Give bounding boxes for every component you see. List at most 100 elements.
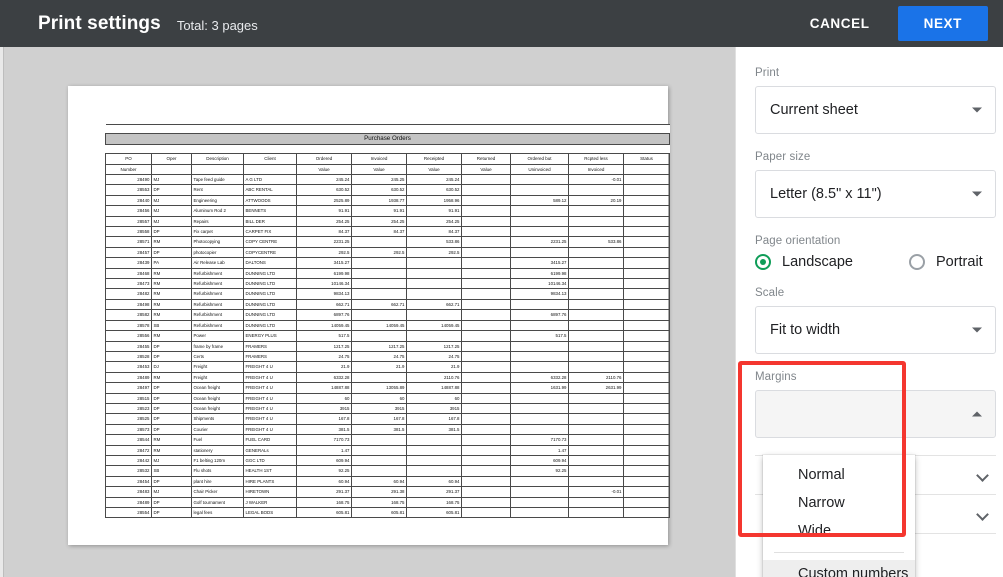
- table-cell: 1217.25: [407, 341, 462, 351]
- table-cell: 9834.13: [511, 289, 569, 299]
- table-row: 28489RMFreightFREIGHT 4 U6332.282110.766…: [106, 372, 670, 382]
- table-row: 28556RMPowerENERGY PLUS517.5517.5: [106, 331, 670, 341]
- cancel-button[interactable]: CANCEL: [796, 7, 884, 40]
- table-cell: DP: [152, 497, 192, 507]
- table-cell: [407, 268, 462, 278]
- table-cell: 91.91: [297, 206, 352, 216]
- table-cell: [569, 320, 624, 330]
- table-cell: 28472: [106, 445, 152, 455]
- table-cell: [462, 237, 511, 247]
- table-cell: 254.25: [352, 216, 407, 226]
- sheet-cell: [462, 144, 511, 153]
- margins-select[interactable]: [755, 390, 996, 438]
- table-cell: [462, 414, 511, 424]
- sheet-cell: [192, 125, 244, 134]
- table-cell: [462, 466, 511, 476]
- table-cell: 91.91: [352, 206, 407, 216]
- table-cell: Refurbishment: [192, 320, 244, 330]
- table-cell: [624, 445, 670, 455]
- table-cell: FRAMERS: [244, 351, 297, 361]
- table-cell: [462, 445, 511, 455]
- sheet-cell: [244, 144, 297, 153]
- table-cell: 28453: [106, 362, 152, 372]
- table-cell: 1938.77: [352, 195, 407, 205]
- table-cell: DUNNING LTD: [244, 289, 297, 299]
- table-cell: HIRETOWN: [244, 487, 297, 497]
- table-cell: 24.75: [352, 351, 407, 361]
- table-cell: 60.94: [352, 476, 407, 486]
- table-cell: Engineering: [192, 195, 244, 205]
- table-cell: 92.25: [297, 466, 352, 476]
- table-cell: Fuel: [192, 435, 244, 445]
- table-cell: 1.47: [297, 445, 352, 455]
- table-cell: 28532: [106, 466, 152, 476]
- table-cell: [462, 247, 511, 257]
- table-cell: Freight: [192, 372, 244, 382]
- table-row: 28578SBRefurbishmentDUNNING LTD14059.451…: [106, 320, 670, 330]
- table-cell: [511, 403, 569, 413]
- table-cell: [569, 476, 624, 486]
- table-cell: MJ: [152, 175, 192, 185]
- table-row: 28442MJF1 belting 120mGGC LTD609.94609.9…: [106, 455, 670, 465]
- table-cell: Ocean freight: [192, 383, 244, 393]
- table-cell: Shipments: [192, 414, 244, 424]
- margins-option-custom-numbers[interactable]: Custom numbers: [763, 560, 915, 577]
- radio-landscape[interactable]: Landscape: [755, 254, 853, 270]
- table-cell: DP: [152, 227, 192, 237]
- table-cell: Refurbishment: [192, 289, 244, 299]
- table-cell: [462, 299, 511, 309]
- table-cell: 3915: [297, 403, 352, 413]
- table-cell: [569, 299, 624, 309]
- table-cell: ATTWOODS: [244, 195, 297, 205]
- chevron-down-icon: [972, 108, 982, 113]
- table-row: 28489DPGolf tournamentJ WALKER168.75168.…: [106, 497, 670, 507]
- table-cell: 14059.45: [352, 320, 407, 330]
- margins-option-wide[interactable]: Wide: [763, 517, 915, 545]
- sheet-cell: [152, 125, 192, 134]
- table-cell: [352, 258, 407, 268]
- table-cell: DUNNING LTD: [244, 310, 297, 320]
- table-cell: MJ: [152, 195, 192, 205]
- margins-option-narrow[interactable]: Narrow: [763, 489, 915, 517]
- table-cell: 60: [352, 393, 407, 403]
- table-cell: 28558: [106, 227, 152, 237]
- table-cell: 21.9: [352, 362, 407, 372]
- scale-select[interactable]: Fit to width: [755, 306, 996, 354]
- table-cell: [511, 487, 569, 497]
- table-cell: MJ: [152, 455, 192, 465]
- table-cell: [624, 185, 670, 195]
- paper-size-select[interactable]: Letter (8.5" x 11"): [755, 170, 996, 218]
- table-cell: BENNETS: [244, 206, 297, 216]
- table-cell: 630.52: [297, 185, 352, 195]
- table-cell: 6199.98: [297, 268, 352, 278]
- table-cell: A G LTD: [244, 175, 297, 185]
- table-cell: 1631.99: [511, 383, 569, 393]
- table-cell: 28554: [106, 508, 152, 518]
- table-cell: [462, 372, 511, 382]
- table-cell: [624, 279, 670, 289]
- table-cell: 533.86: [569, 237, 624, 247]
- chevron-down-icon: [972, 328, 982, 333]
- table-cell: Air Release Lab: [192, 258, 244, 268]
- page-orientation-label: Page orientation: [755, 235, 984, 247]
- sheet-cell: [624, 125, 670, 134]
- table-cell: ENERGY PLUS: [244, 331, 297, 341]
- margins-option-normal[interactable]: Normal: [763, 461, 915, 489]
- table-cell: [569, 403, 624, 413]
- table-cell: 28497: [106, 383, 152, 393]
- table-cell: COPYCENTRE: [244, 247, 297, 257]
- next-button[interactable]: NEXT: [898, 6, 988, 41]
- table-cell: Rent: [192, 185, 244, 195]
- chevron-down-icon: [972, 192, 982, 197]
- table-cell: 28483: [106, 487, 152, 497]
- table-cell: Photocopying: [192, 237, 244, 247]
- table-cell: [624, 362, 670, 372]
- scale-field: Scale Fit to width: [755, 287, 984, 354]
- print-select[interactable]: Current sheet: [755, 86, 996, 134]
- paper-size-label: Paper size: [755, 151, 984, 163]
- radio-portrait[interactable]: Portrait: [909, 254, 983, 270]
- table-cell: [407, 455, 462, 465]
- sheet-cell: [152, 144, 192, 153]
- table-row: 28532SBFlu shotsHEALTH 1ST92.2592.25: [106, 466, 670, 476]
- column-header: [192, 164, 244, 174]
